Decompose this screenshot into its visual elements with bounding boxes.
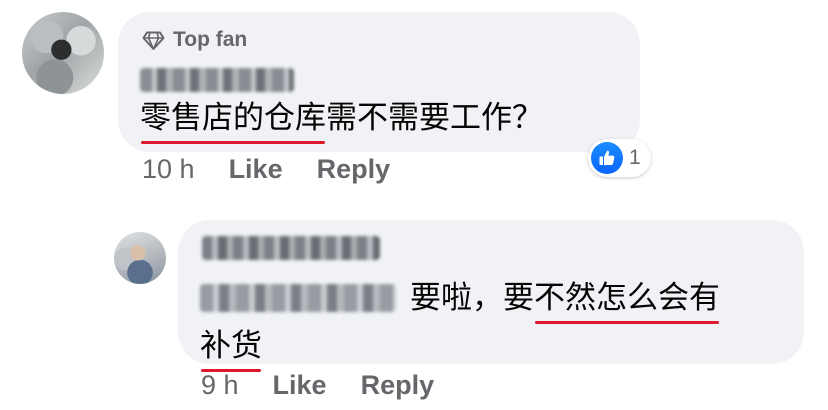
comment-text: 要啦，要不然怎么会有补货 — [200, 274, 790, 372]
diamond-icon — [142, 30, 165, 51]
timestamp[interactable]: 10 h — [142, 154, 195, 185]
underlined-text: 补货 — [200, 322, 262, 372]
reaction-summary[interactable]: 1 — [588, 139, 651, 177]
comment-actions: 9 h Like Reply — [201, 370, 434, 401]
author-name-blurred[interactable] — [202, 236, 380, 260]
reply-button[interactable]: Reply — [317, 154, 391, 185]
comment-actions: 10 h Like Reply — [142, 154, 390, 185]
reply-button[interactable]: Reply — [361, 370, 435, 401]
avatar[interactable] — [22, 12, 104, 94]
top-fan-badge: Top fan — [142, 28, 247, 52]
mention-blurred[interactable] — [200, 284, 396, 312]
reaction-count: 1 — [629, 146, 641, 169]
comment-text-rest: 需不需要工作？ — [326, 100, 543, 135]
author-name-blurred[interactable] — [140, 68, 294, 92]
like-button[interactable]: Like — [229, 154, 283, 185]
reply-bubble: 要啦，要不然怎么会有补货 — [178, 220, 804, 372]
comment-text-start: 要啦，要 — [410, 280, 534, 315]
top-fan-label: Top fan — [173, 28, 248, 51]
like-button[interactable]: Like — [273, 370, 327, 401]
underlined-text: 零售店的仓库 — [140, 94, 326, 144]
comment-text: 零售店的仓库需不需要工作？ — [140, 94, 543, 144]
underlined-text: 不然怎么会有 — [534, 274, 720, 324]
comment-bubble: Top fan 零售店的仓库需不需要工作？ — [118, 12, 640, 152]
thumbs-up-icon — [591, 142, 623, 174]
avatar[interactable] — [114, 232, 166, 284]
timestamp[interactable]: 9 h — [201, 370, 239, 401]
